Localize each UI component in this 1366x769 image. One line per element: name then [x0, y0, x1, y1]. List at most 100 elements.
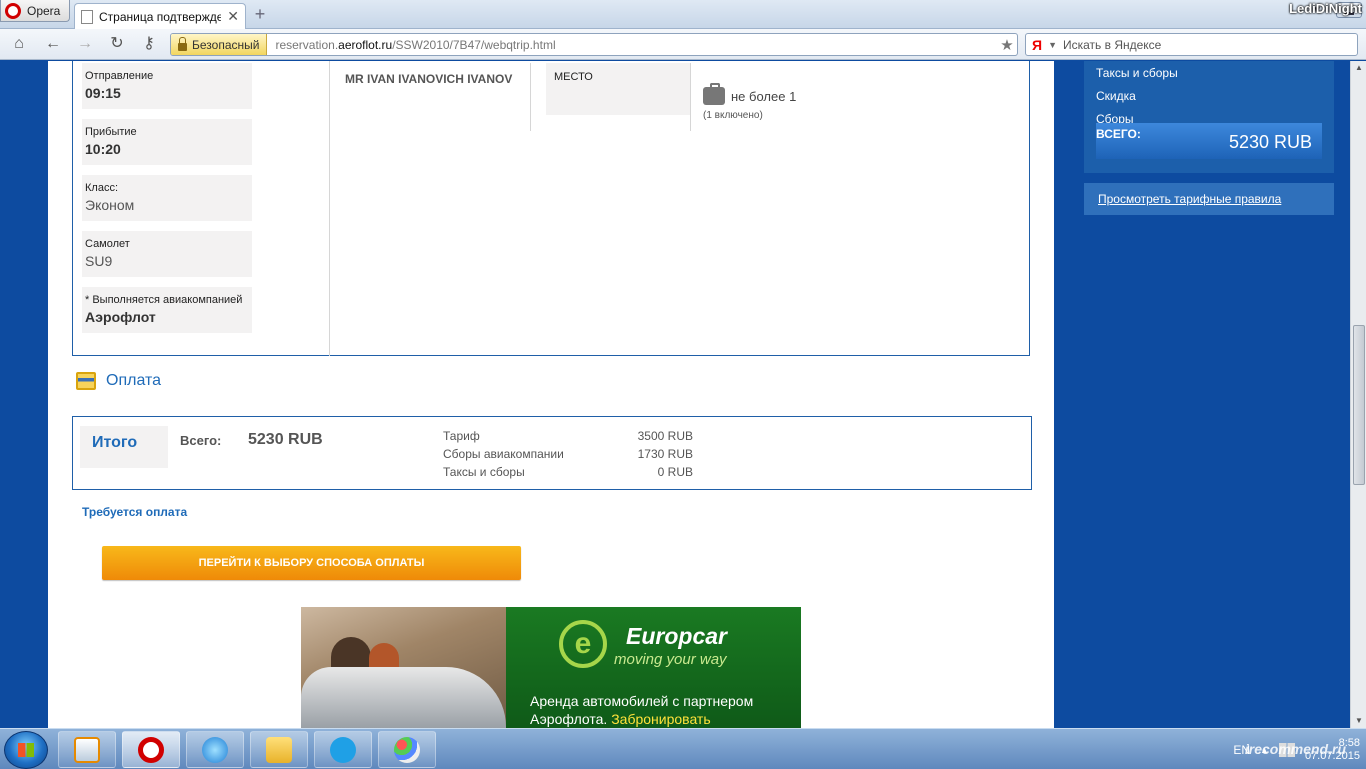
go-to-payment-button[interactable]: ПЕРЕЙТИ К ВЫБОРУ СПОСОБА ОПЛАТЫ: [102, 546, 521, 580]
class-box: Класс: Эконом: [82, 175, 252, 221]
opera-menu-label: Opera: [27, 3, 61, 18]
user-watermark-tag: LediDiNight: [1289, 1, 1362, 16]
scrollbar-thumb[interactable]: [1353, 325, 1365, 485]
total-label: Всего:: [180, 433, 222, 448]
banner-book-link[interactable]: Забронировать: [611, 711, 710, 727]
lock-icon: [178, 36, 187, 51]
tab-title: Страница подтвержде...: [99, 9, 222, 24]
banner-brand: Europcar: [626, 623, 727, 649]
breakdown-label: Тариф: [443, 429, 480, 443]
credit-card-icon: [76, 372, 96, 390]
aircraft-box: Самолет SU9: [82, 231, 252, 277]
opera-logo-icon: [5, 2, 21, 19]
breakdown-value: 3500 RUB: [637, 429, 693, 443]
taskbar-skype[interactable]: [314, 731, 372, 768]
site-watermark: irecommend.ru: [1244, 741, 1346, 757]
search-engine-dropdown-icon[interactable]: ▼: [1048, 40, 1057, 50]
page-viewport: Отправление 09:15 Прибытие 10:20 Класс: …: [0, 61, 1350, 728]
home-icon[interactable]: ⌂: [8, 34, 30, 54]
column-divider: [690, 63, 691, 131]
search-placeholder: Искать в Яндексе: [1062, 37, 1162, 52]
taskbar-paint[interactable]: [378, 731, 436, 768]
banner-car: [301, 667, 506, 728]
breakdown-label: Таксы и сборы: [443, 465, 525, 479]
url-path: /SSW2010/7B47/webqtrip.html: [392, 37, 556, 52]
taskbar-opera[interactable]: [122, 731, 180, 768]
taskbar-explorer[interactable]: [250, 731, 308, 768]
payment-section-heading: Оплата: [76, 372, 161, 390]
scroll-down-arrow-icon[interactable]: ▼: [1351, 714, 1366, 728]
windows-taskbar: EN ▲ 8:58 07.07.2015 irecommend.ru: [0, 728, 1366, 769]
arrival-label: Прибытие: [85, 126, 137, 138]
forward-arrow-icon[interactable]: →: [74, 34, 96, 54]
baggage-included: (1 включено): [703, 110, 763, 121]
payment-required-text: Требуется оплата: [82, 505, 188, 519]
total-panel: Итого Всего: 5230 RUB Тариф 3500 RUB Сбо…: [72, 416, 1032, 490]
breakdown-row: Сборы авиакомпании 1730 RUB: [443, 445, 693, 463]
aircraft-label: Самолет: [85, 238, 130, 250]
banner-text-line1: Аренда автомобилей с партнером: [530, 693, 754, 709]
column-divider: [329, 61, 330, 356]
address-bar[interactable]: Безопасный reservation.aeroflot.ru/SSW20…: [170, 33, 1018, 56]
url-text[interactable]: reservation.aeroflot.ru/SSW2010/7B47/web…: [267, 38, 997, 52]
class-value: Эконом: [85, 197, 135, 213]
breakdown-row: Тариф 3500 RUB: [443, 427, 693, 445]
itogo-label: Итого: [80, 426, 168, 468]
passenger-name: MR IVAN IVANOVICH IVANOV: [345, 72, 513, 86]
baggage-allowance: не более 1 (1 включено): [703, 83, 796, 121]
paint-palette-icon: [394, 736, 420, 763]
payment-heading-title: Оплата: [106, 372, 162, 389]
sidebar-total-value: 5230 RUB: [1228, 132, 1312, 152]
operator-value: Аэрофлот: [85, 309, 156, 325]
opera-menu-button[interactable]: Opera: [0, 0, 70, 22]
sidebar-total-bar: ВСЕГО: 5230 RUB: [1096, 123, 1322, 159]
class-label: Класс:: [85, 182, 118, 194]
bookmark-star-icon[interactable]: ★: [997, 36, 1017, 54]
main-content: Отправление 09:15 Прибытие 10:20 Класс: …: [48, 61, 1054, 728]
scroll-up-arrow-icon[interactable]: ▲: [1351, 61, 1366, 75]
departure-label: Отправление: [85, 70, 154, 82]
total-value: 5230 RUB: [248, 431, 323, 448]
sidebar-total-label: ВСЕГО:: [1096, 127, 1141, 141]
operator-box: * Выполняется авиакомпанией Аэрофлот: [82, 287, 252, 333]
sidebar-row-discount: Скидка: [1096, 89, 1136, 103]
sidebar-row-taxes: Таксы и сборы: [1096, 66, 1178, 80]
internet-explorer-icon: [202, 736, 228, 763]
key-icon[interactable]: ⚷: [138, 34, 160, 54]
breakdown-value: 0 RUB: [657, 465, 693, 479]
breakdown-row: Таксы и сборы 0 RUB: [443, 463, 693, 481]
departure-time: 09:15: [85, 85, 121, 101]
taskbar-media-player[interactable]: [58, 731, 116, 768]
opera-icon: [138, 736, 164, 763]
secure-connection-badge[interactable]: Безопасный: [171, 34, 268, 55]
folder-icon: [266, 736, 292, 763]
banner-text-line2: Аэрофлота. Забронировать: [530, 711, 711, 727]
vertical-scrollbar[interactable]: ▲ ▼: [1350, 61, 1366, 728]
page-favicon-icon: [81, 9, 93, 24]
start-button[interactable]: [4, 731, 48, 769]
reload-icon[interactable]: ↻: [106, 34, 128, 54]
browser-nav-bar: ⌂ ← → ↻ ⚷ Безопасный reservation.aeroflo…: [0, 29, 1366, 60]
seat-box: МЕСТО: [546, 63, 690, 115]
url-domain: aeroflot.ru: [338, 37, 393, 52]
search-field[interactable]: Я ▼ Искать в Яндексе: [1025, 33, 1358, 56]
taskbar-internet-explorer[interactable]: [186, 731, 244, 768]
tariff-rules-link[interactable]: Просмотреть тарифные правила: [1098, 192, 1281, 206]
baggage-icon: [703, 83, 725, 105]
breakdown-label: Сборы авиакомпании: [443, 447, 564, 461]
skype-icon: [330, 736, 356, 763]
tariff-rules-box: Просмотреть тарифные правила: [1084, 183, 1334, 215]
banner-slogan: moving your way: [614, 651, 727, 668]
tab-close-icon[interactable]: ✕: [227, 8, 239, 25]
tab-confirmation-page[interactable]: Страница подтвержде... ✕: [74, 3, 246, 29]
new-tab-plus-icon[interactable]: +: [251, 5, 269, 23]
secure-label: Безопасный: [192, 37, 260, 52]
url-prefix: reservation.: [275, 37, 339, 52]
flight-details-panel: Отправление 09:15 Прибытие 10:20 Класс: …: [72, 61, 1030, 356]
seat-label: МЕСТО: [554, 71, 593, 83]
arrival-box: Прибытие 10:20: [82, 119, 252, 165]
operator-label: * Выполняется авиакомпанией: [85, 294, 243, 306]
europcar-banner[interactable]: e Europcar moving your way Аренда автомо…: [301, 607, 801, 728]
back-arrow-icon[interactable]: ←: [42, 34, 64, 54]
column-divider: [530, 63, 531, 131]
